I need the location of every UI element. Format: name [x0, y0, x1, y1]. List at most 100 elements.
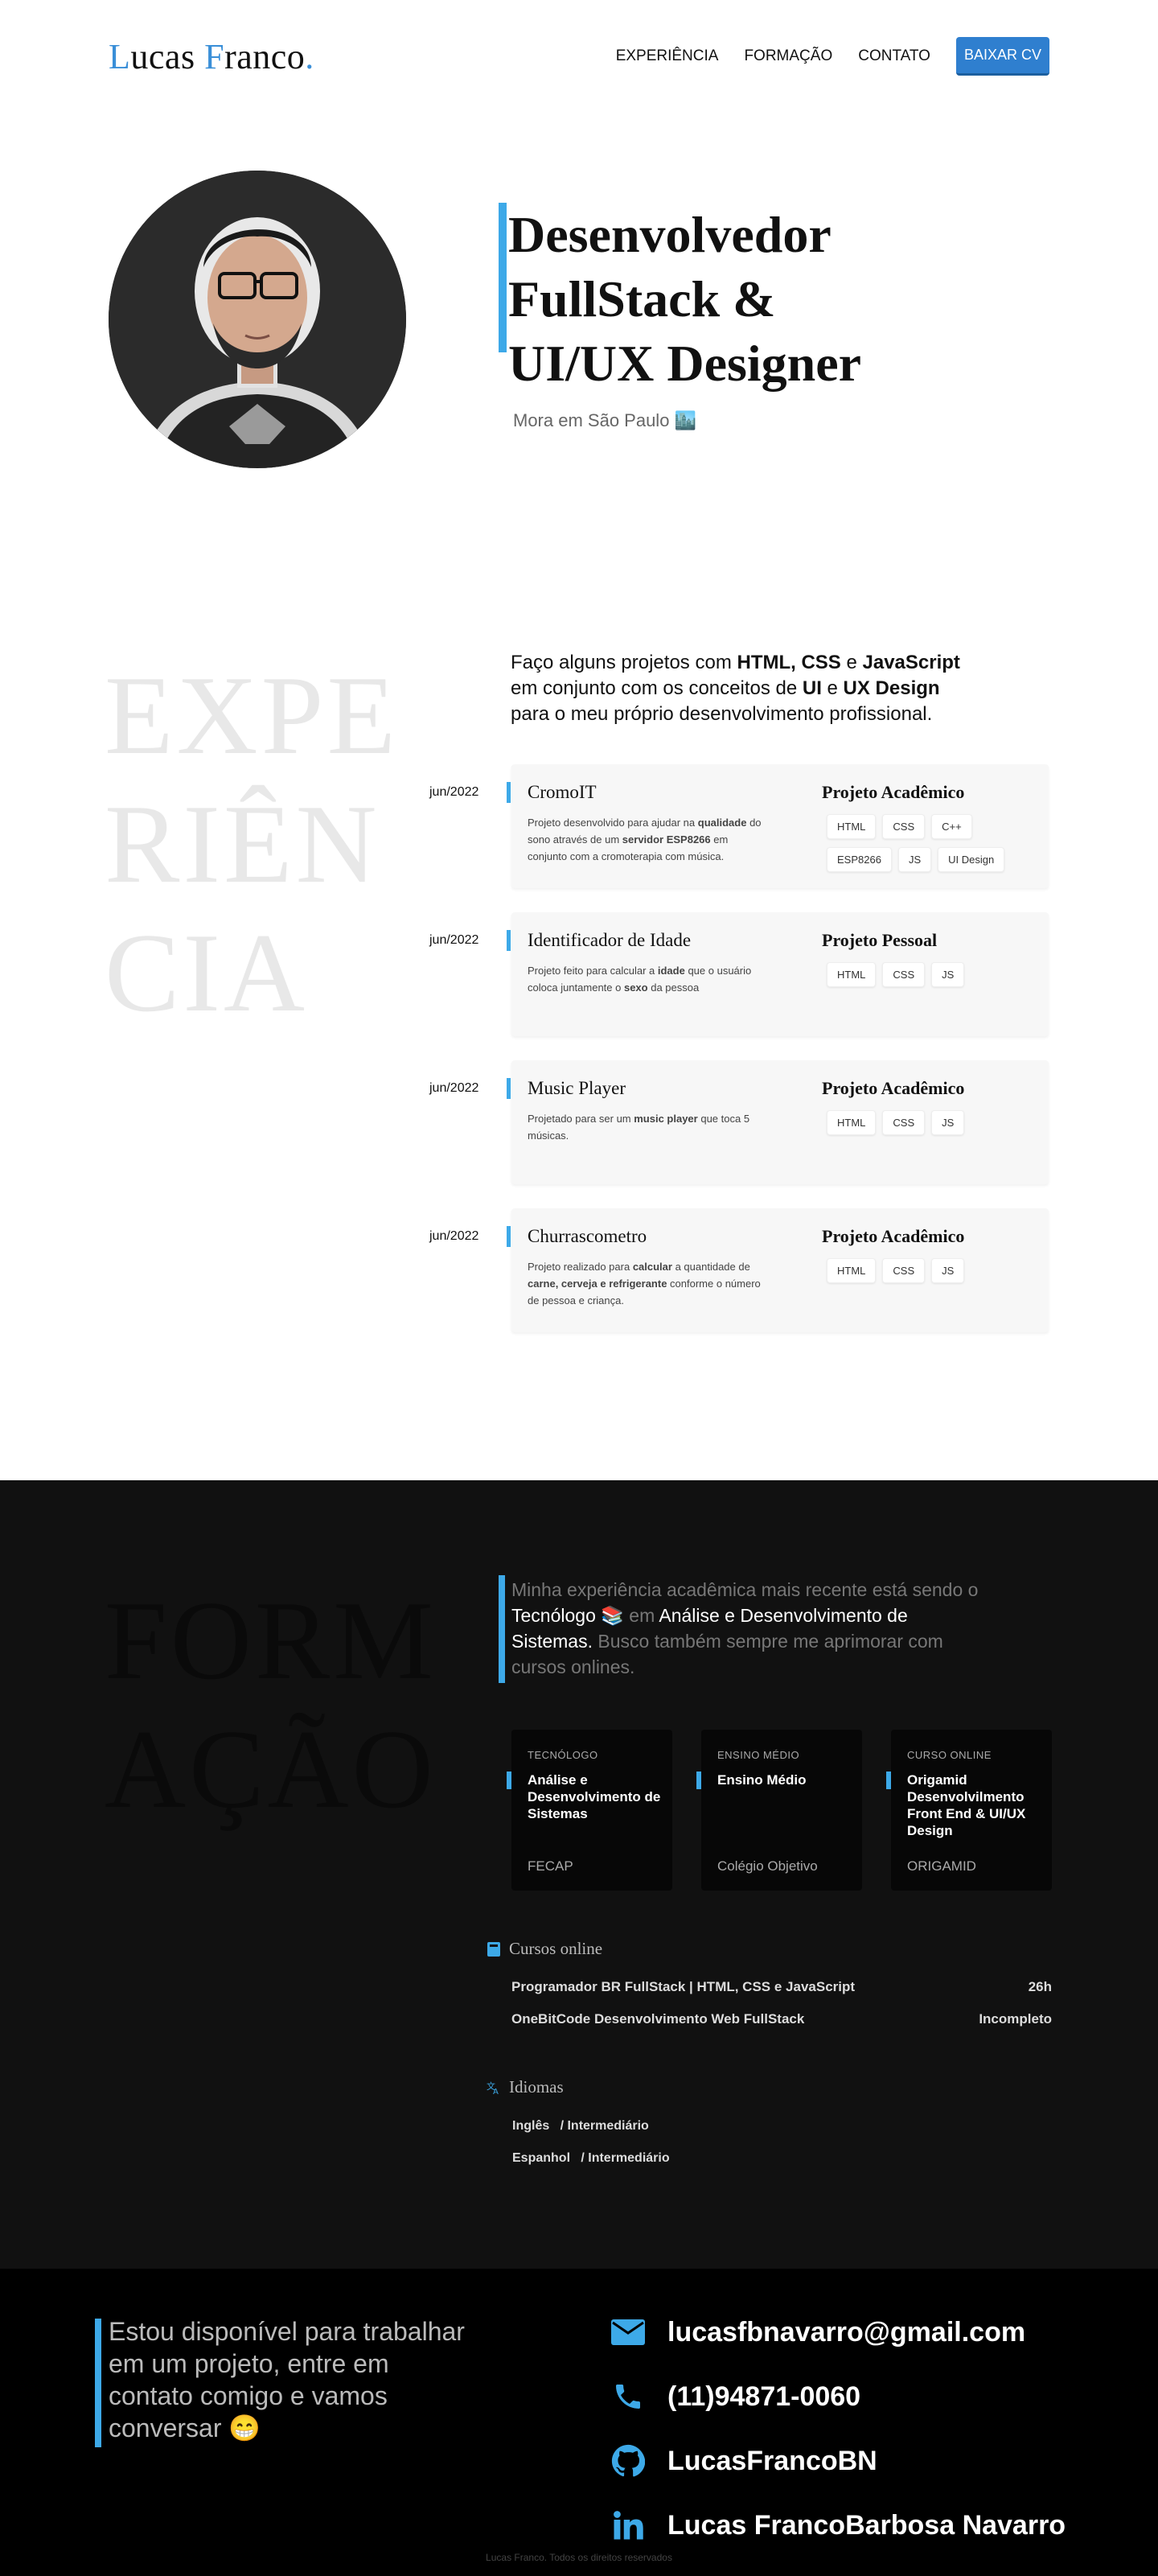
- logo-dot: .: [305, 36, 314, 76]
- intro-highlight: UX Design: [843, 677, 940, 699]
- logo-initial-f: F: [204, 36, 225, 76]
- tech-tag: CSS: [882, 1110, 926, 1135]
- intro-highlight: HTML, CSS: [737, 652, 841, 673]
- courses-heading-label: Cursos online: [509, 1939, 603, 1958]
- project-tags: HTML CSS JS: [827, 962, 1020, 987]
- project-card[interactable]: jun/2022 Identificador de Idade Projeto …: [429, 912, 1049, 1036]
- course-name: OneBitCode Desenvolvimento Web FullStack: [511, 2011, 805, 2027]
- contact-email[interactable]: lucasfbnavarro@gmail.com: [610, 2314, 1025, 2351]
- experience-section: EXPE RIÊN CIA Faço alguns projetos com H…: [0, 531, 1158, 1480]
- intro-text: Minha experiência acadêmica mais recente…: [511, 1579, 979, 1600]
- site-header: Lucas Franco. EXPERIÊNCIA FORMAÇÃO CONTA…: [0, 0, 1158, 113]
- desc-text: da pessoa: [647, 981, 700, 994]
- tech-tag: CSS: [882, 814, 926, 839]
- desc-highlight: sexo: [623, 981, 648, 994]
- intro-text: e: [840, 652, 863, 673]
- nav-formacao[interactable]: FORMAÇÃO: [744, 47, 832, 65]
- nav-contato[interactable]: CONTATO: [858, 47, 930, 65]
- project-date: jun/2022: [429, 785, 479, 799]
- project-accent-bar: [507, 1078, 511, 1099]
- project-description: Projeto feito para calcular a idade que …: [528, 962, 769, 996]
- education-card[interactable]: TECNÓLOGO Análise e Desenvolvimento de S…: [507, 1730, 672, 1891]
- intro-highlight: JavaScript: [862, 652, 960, 673]
- desc-highlight: qualidade: [697, 817, 747, 829]
- logo-second-rest: ranco: [224, 36, 306, 76]
- project-tags: HTML CSS JS: [827, 1258, 1020, 1283]
- contact-linkedin[interactable]: Lucas FrancoBarbosa Navarro: [610, 2507, 1066, 2544]
- project-accent-bar: [507, 1226, 511, 1247]
- project-accent-bar: [507, 930, 511, 951]
- watermark-line: AÇÃO: [105, 1707, 437, 1832]
- desc-highlight: music player: [634, 1113, 698, 1125]
- language-name: Inglês: [512, 2119, 550, 2133]
- desc-text: Projeto feito para calcular a: [528, 965, 658, 977]
- translate-icon: 文A: [487, 2080, 501, 2095]
- hero-location: Mora em São Paulo 🏙️: [513, 410, 696, 430]
- nav-experiencia[interactable]: EXPERIÊNCIA: [616, 47, 719, 65]
- project-description: Projeto realizado para calcular a quanti…: [528, 1258, 769, 1309]
- hero-title: Desenvolvedor FullStack & UI/UX Designer: [508, 203, 1007, 396]
- main-nav: EXPERIÊNCIA FORMAÇÃO CONTATO BAIXAR CV: [616, 37, 1049, 76]
- language-name: Espanhol: [512, 2151, 571, 2165]
- education-accent-bar: [507, 1772, 511, 1789]
- formation-watermark: FORM AÇÃO: [105, 1577, 442, 1834]
- project-date: jun/2022: [429, 1229, 479, 1243]
- contact-phone[interactable]: (11)94871-0060: [610, 2378, 860, 2415]
- hero-title-line: FullStack &: [508, 270, 776, 327]
- project-card[interactable]: jun/2022 Music Player Projetado para ser…: [429, 1060, 1049, 1184]
- project-kind: Projeto Acadêmico: [822, 782, 965, 802]
- project-date: jun/2022: [429, 933, 479, 947]
- desc-highlight: servidor ESP8266: [622, 833, 711, 846]
- contact-github[interactable]: LucasFrancoBN: [610, 2442, 877, 2479]
- tech-tag: CSS: [882, 1258, 926, 1283]
- education-school: Colégio Objetivo: [717, 1858, 818, 1874]
- project-card[interactable]: jun/2022 Churrascometro Projeto realizad…: [429, 1208, 1049, 1332]
- tech-tag: JS: [931, 1110, 965, 1135]
- project-card[interactable]: jun/2022 CromoIT Projeto desenvolvido pa…: [429, 764, 1049, 888]
- logo[interactable]: Lucas Franco.: [109, 36, 314, 77]
- intro-text: em: [623, 1605, 659, 1626]
- hero-title-line: UI/UX Designer: [508, 335, 862, 392]
- hero-title-line: Desenvolvedor: [508, 206, 832, 263]
- experience-watermark: EXPE RIÊN CIA: [105, 652, 426, 1038]
- education-title: Análise e Desenvolvimento de Sistemas: [528, 1772, 661, 1821]
- book-icon: [487, 1941, 501, 1957]
- education-card[interactable]: CURSO ONLINE Origamid Desenvolvilmento F…: [886, 1730, 1052, 1891]
- education-accent-bar: [886, 1772, 891, 1789]
- tech-tag: HTML: [827, 814, 877, 839]
- contact-phone-value: (11)94871-0060: [667, 2381, 861, 2412]
- download-cv-button[interactable]: BAIXAR CV: [955, 37, 1049, 76]
- languages-heading-label: Idiomas: [509, 2077, 564, 2097]
- intro-highlight: UI: [802, 677, 822, 699]
- svg-text:A: A: [493, 2088, 499, 2095]
- desc-highlight: idade: [657, 965, 685, 977]
- watermark-line: RIÊN: [105, 782, 380, 907]
- intro-text: Faço alguns projetos com: [511, 652, 737, 673]
- tech-tag: CSS: [882, 962, 926, 987]
- language-row: Inglês / Intermediário: [512, 2119, 649, 2134]
- hero-accent-bar: [499, 203, 507, 352]
- project-title: CromoIT: [528, 782, 597, 802]
- tech-tag: JS: [931, 1258, 965, 1283]
- course-name: Programador BR FullStack | HTML, CSS e J…: [511, 1979, 856, 1994]
- language-row: Espanhol / Intermediário: [512, 2151, 670, 2166]
- language-level: / Intermediário: [560, 2119, 649, 2133]
- project-title: Identificador de Idade: [528, 930, 692, 950]
- education-card[interactable]: ENSINO MÉDIO Ensino Médio Colégio Objeti…: [696, 1730, 862, 1891]
- footer-copyright: Lucas Franco. Todos os direitos reservad…: [486, 2552, 672, 2563]
- education-kind: TECNÓLOGO: [528, 1749, 598, 1761]
- project-tags: HTML CSS JS: [827, 1110, 1020, 1135]
- contact-message: Estou disponível para trabalhar em um pr…: [109, 2317, 465, 2442]
- course-row: Programador BR FullStack | HTML, CSS e J…: [511, 1979, 1052, 1995]
- linkedin-icon: [610, 2507, 647, 2544]
- project-kind: Projeto Acadêmico: [822, 1078, 965, 1098]
- formation-accent-bar: [499, 1575, 505, 1683]
- project-description: Projetado para ser um music player que t…: [528, 1110, 769, 1144]
- contact-linkedin-value: Lucas FrancoBarbosa Navarro: [667, 2509, 1066, 2541]
- tech-tag: HTML: [827, 1258, 877, 1283]
- courses-heading: Cursos online: [487, 1939, 602, 1959]
- desc-text: Projeto realizado para: [528, 1261, 633, 1273]
- watermark-line: CIA: [105, 911, 309, 1035]
- education-accent-bar: [696, 1772, 701, 1789]
- tech-tag: JS: [897, 847, 932, 872]
